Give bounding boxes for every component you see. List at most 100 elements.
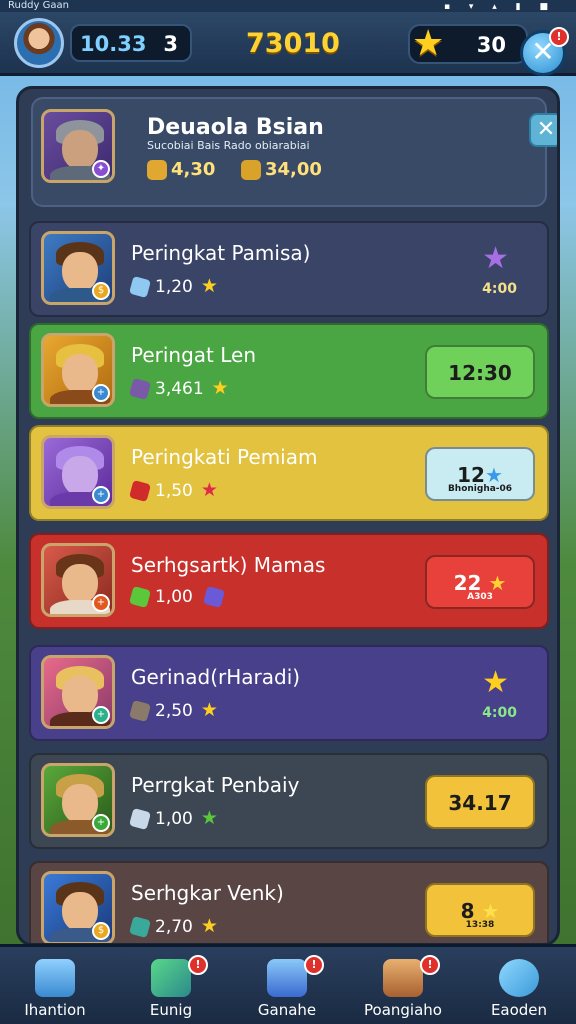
- plus-badge-icon: +: [92, 486, 110, 504]
- nav-item-home[interactable]: Ihantion: [0, 955, 110, 1024]
- row-stat-value: 1,00: [155, 809, 193, 829]
- emerald-icon: [128, 585, 152, 609]
- nav-item-settings[interactable]: Eaoden: [464, 955, 574, 1024]
- row-stat-value: 3,461: [155, 379, 204, 399]
- header-resource-1: 4,30: [147, 159, 215, 180]
- hero-portrait: $: [41, 231, 115, 305]
- row-name: Peringkati Pemiam: [131, 445, 318, 469]
- nav-item-gems[interactable]: ! Eunig: [116, 955, 226, 1024]
- row-stat-value: 1,50: [155, 481, 193, 501]
- sapphire-icon: [202, 585, 225, 609]
- list-item[interactable]: + Perrgkat Penbaiy 1,00 ★ 34.17: [29, 753, 549, 849]
- list-item[interactable]: + Peringkati Pemiam 1,50 ★ 12★ Bhonigha-0…: [29, 425, 549, 521]
- row-name: Perrgkat Penbaiy: [131, 773, 300, 797]
- header-hero-portrait: ✦: [41, 109, 115, 183]
- chest-icon: [383, 959, 423, 997]
- star-icon: ★: [211, 377, 229, 399]
- star-icon: ★: [200, 807, 218, 829]
- rank-badge-icon: ✦: [92, 160, 110, 178]
- top-bar: 10.33 3 73010 ★ 30 ✕ !: [0, 12, 576, 76]
- list-item[interactable]: + Serhgsartk) Mamas 1,00 22 ★ A303: [29, 533, 549, 629]
- stone-icon: [128, 699, 152, 723]
- purple-star-icon: ★: [482, 241, 509, 276]
- row-name: Serhgsartk) Mamas: [131, 553, 326, 577]
- row-stat: 1,50 ★: [128, 479, 218, 503]
- header-resource-1-value: 4,30: [171, 159, 216, 180]
- row-action-button[interactable]: 12:30: [425, 345, 535, 399]
- row-stat-value: 2,50: [155, 701, 193, 721]
- list-item[interactable]: $ Peringkat Pamisa) 1,20 ★ ★ 4:00: [29, 221, 549, 317]
- row-stat: 1,00 ★: [128, 807, 218, 831]
- row-action-button[interactable]: 8 ★ 13:38: [425, 883, 535, 937]
- list-item[interactable]: $ Serhgkar Venk) 2,70 ★ 8 ★ 13:38: [29, 861, 549, 943]
- close-icon: ✕: [536, 117, 556, 142]
- row-stat: 1,00: [128, 585, 229, 609]
- row-action-button[interactable]: 22 ★ A303: [425, 555, 535, 609]
- coin-count: 30: [476, 33, 506, 57]
- diamond-icon: [128, 807, 152, 831]
- score-counter: 73010: [246, 28, 340, 59]
- nav-item-shop[interactable]: ! Poangiaho: [348, 955, 458, 1024]
- player-level-pill[interactable]: 10.33 3: [70, 24, 192, 62]
- hero-portrait: $: [41, 871, 115, 943]
- jade-icon: [128, 915, 152, 939]
- star-currency-icon: ★: [412, 23, 445, 64]
- row-stat-value: 1,00: [155, 587, 193, 607]
- row-button-sub: 13:38: [465, 920, 495, 930]
- plus-badge-icon: +: [92, 384, 110, 402]
- row-name: Peringat Len: [131, 343, 257, 367]
- star-icon: ★: [200, 275, 218, 297]
- coin-counter[interactable]: ★ 30: [408, 24, 528, 64]
- close-panel-button[interactable]: ✕: [529, 113, 557, 147]
- key-icon: [499, 959, 539, 997]
- list-item[interactable]: + Gerinad(rHaradi) 2,50 ★ ★ 4:00: [29, 645, 549, 741]
- status-bar: Ruddy Gaan ▪ ▾ ▴ ▮ ■: [0, 0, 576, 12]
- row-action-button[interactable]: 34.17: [425, 775, 535, 829]
- notification-badge-icon: !: [549, 27, 569, 47]
- fire-badge-icon: +: [92, 594, 110, 612]
- nav-label: Poangiaho: [364, 1001, 442, 1019]
- coin-badge-icon: $: [92, 282, 110, 300]
- ruby-box-icon: [128, 479, 152, 503]
- hero-portrait: +: [41, 655, 115, 729]
- panel-title: Deuaola Bsian: [147, 115, 324, 140]
- star-icon: ★: [200, 699, 218, 721]
- hero-portrait: +: [41, 543, 115, 617]
- row-right-value: 4:00: [482, 705, 517, 721]
- panel-subtitle: Sucobiai Bais Rado obiarabiai: [147, 139, 310, 152]
- star-icon: ★: [200, 915, 218, 937]
- row-stat: 1,20 ★: [128, 275, 218, 299]
- row-stat: 2,70 ★: [128, 915, 218, 939]
- nav-label: Ganahe: [257, 1001, 317, 1019]
- plus-badge-icon: +: [92, 706, 110, 724]
- hero-portrait: +: [41, 435, 115, 509]
- nav-label: Eunig: [149, 1001, 193, 1019]
- header-resource-2-value: 34,00: [265, 159, 322, 180]
- nav-label: Eaoden: [490, 1001, 548, 1019]
- gold-bag-icon: [147, 160, 167, 180]
- row-name: Gerinad(rHaradi): [131, 665, 301, 689]
- row-button-label: 34.17: [448, 791, 512, 815]
- row-button-label: 12:30: [448, 361, 512, 385]
- player-avatar[interactable]: [14, 18, 64, 68]
- header-resource-2: 34,00: [241, 159, 322, 180]
- close-button[interactable]: ✕ !: [520, 27, 569, 76]
- player-rank: 3: [163, 32, 178, 56]
- row-name: Serhgkar Venk): [131, 881, 284, 905]
- row-name: Peringkat Pamisa): [131, 241, 311, 265]
- row-action-button[interactable]: 12★ Bhonigha-06: [425, 447, 535, 501]
- nav-label: Ihantion: [24, 1001, 86, 1019]
- hero-portrait: +: [41, 763, 115, 837]
- nav-item-quests[interactable]: ! Ganahe: [232, 955, 342, 1024]
- notification-badge-icon: !: [420, 955, 440, 975]
- row-stat-value: 2,70: [155, 917, 193, 937]
- gold-ore-icon: [241, 160, 261, 180]
- row-stat: 3,461 ★: [128, 377, 229, 401]
- document-icon: [267, 959, 307, 997]
- row-stat-value: 1,20: [155, 277, 193, 297]
- home-icon: [35, 959, 75, 997]
- list-item[interactable]: + Peringat Len 3,461 ★ 12:30: [29, 323, 549, 419]
- star-icon: ★: [200, 479, 218, 501]
- notification-badge-icon: !: [188, 955, 208, 975]
- plus-badge-icon: +: [92, 814, 110, 832]
